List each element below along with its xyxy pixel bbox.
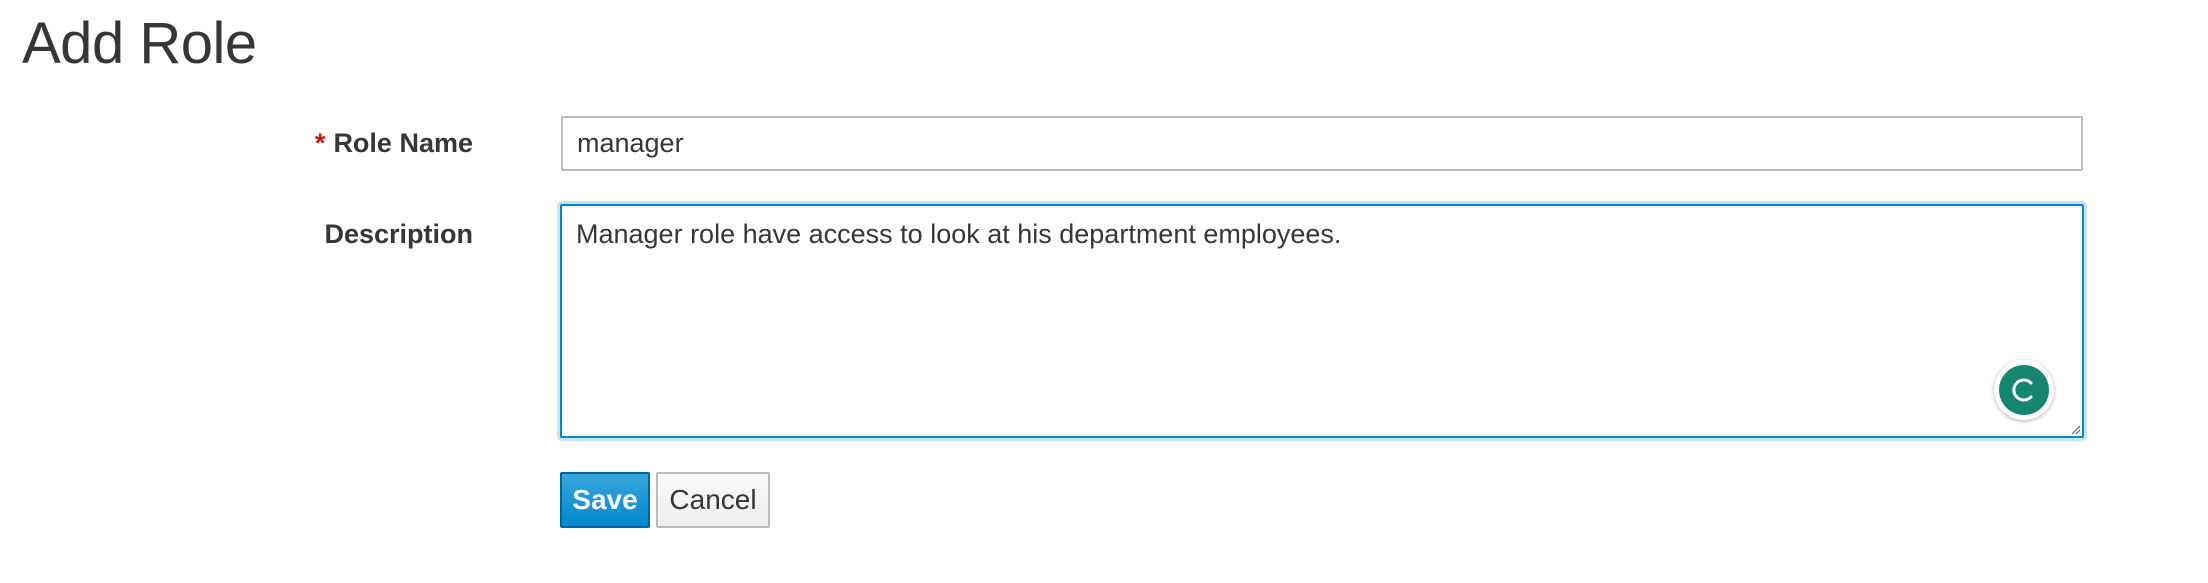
save-button[interactable]: Save xyxy=(560,472,650,528)
resize-handle-icon[interactable] xyxy=(2069,423,2081,435)
grammar-assistant-icon[interactable] xyxy=(1994,360,2054,420)
cancel-button[interactable]: Cancel xyxy=(656,472,770,528)
page-title: Add Role xyxy=(22,11,257,76)
description-field-wrapper: Manager role have access to look at his … xyxy=(560,204,2084,438)
role-name-label: * Role Name xyxy=(315,125,473,161)
grammar-assistant-glyph xyxy=(2012,378,2033,402)
required-marker: * xyxy=(314,128,326,158)
role-name-input[interactable] xyxy=(561,116,2083,171)
role-name-label-text: Role Name xyxy=(333,128,473,158)
description-textarea[interactable]: Manager role have access to look at his … xyxy=(562,206,2082,436)
description-label: Description xyxy=(324,219,473,249)
